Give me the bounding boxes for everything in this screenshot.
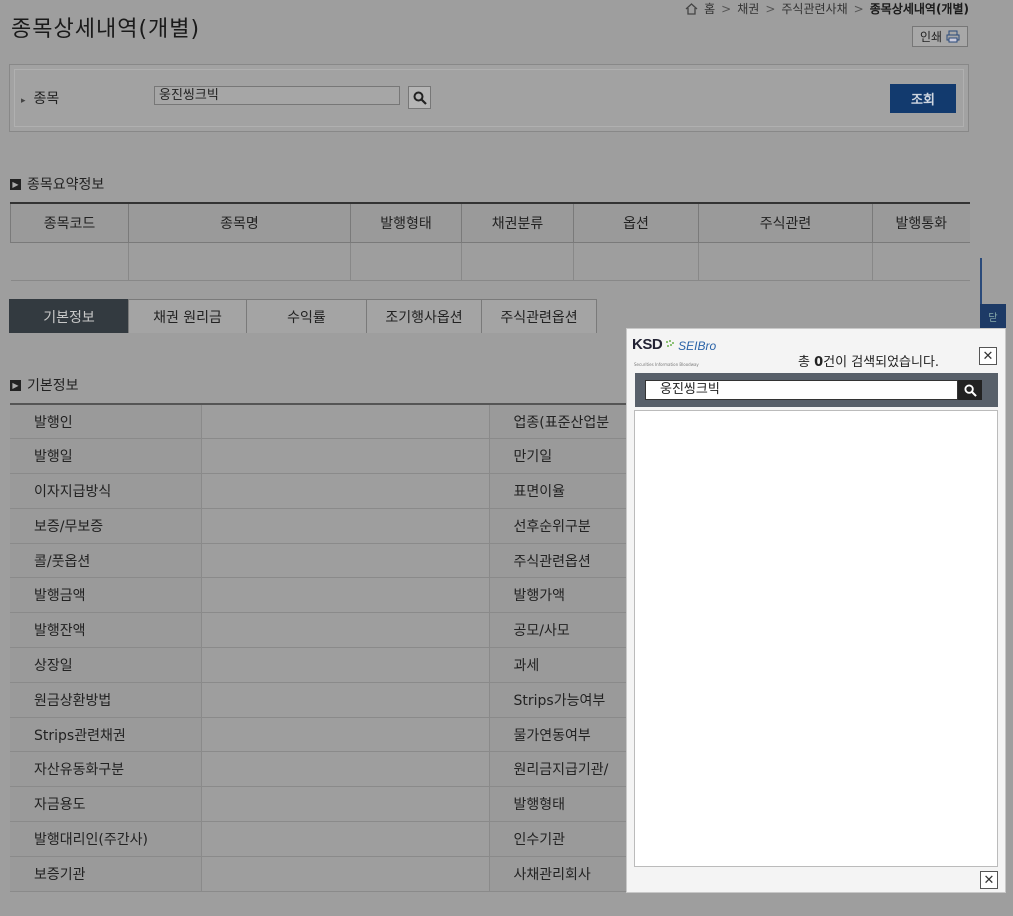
search-panel (9, 64, 969, 132)
basic-info-label: 상장일 (10, 647, 201, 683)
detail-tabs: 기본정보 채권 원리금 수익률 조기행사옵션 주식관련옵션 (9, 299, 597, 333)
print-label: 인쇄 (919, 30, 943, 44)
breadcrumb-current: 종목상세내역(개별) (869, 2, 969, 16)
basic-info-section-title: ▶ 기본정보 (10, 375, 79, 395)
basic-info-label: 원금상환방법 (10, 682, 201, 718)
tab-equity-linked-option[interactable]: 주식관련옵션 (481, 299, 597, 333)
summary-col-option: 옵션 (573, 202, 699, 243)
basic-info-label: Strips관련채권 (10, 717, 201, 753)
summary-col-code: 종목코드 (10, 202, 129, 243)
tab-basic-info[interactable]: 기본정보 (9, 299, 129, 333)
basic-info-value (200, 856, 490, 892)
query-button[interactable]: 조회 (890, 84, 956, 113)
page-title: 종목상세내역(개별) (11, 17, 201, 42)
summary-col-equity-linked: 주식관련 (698, 202, 873, 243)
arrow-right-icon: ▶ (10, 178, 21, 190)
stock-input[interactable]: 웅진씽크빅 (154, 86, 400, 105)
basic-info-label: 보증기관 (10, 856, 201, 892)
tab-early-exercise-option[interactable]: 조기행사옵션 (366, 299, 482, 333)
logo-seibro: SEIBro (678, 339, 717, 353)
print-button[interactable]: 인쇄 (912, 26, 968, 47)
logo-tagline: Securities Information Bloodway (634, 362, 699, 367)
logo-ksd: KSD (632, 336, 663, 353)
chevron-right-icon: > (853, 1, 864, 16)
basic-info-label: 발행인 (10, 403, 201, 440)
basic-info-value (200, 543, 490, 579)
summary-col-name: 종목명 (128, 202, 351, 243)
basic-info-label: 발행금액 (10, 577, 201, 614)
summary-header-row: 종목코드 종목명 발행형태 채권분류 옵션 주식관련 발행통화 (10, 202, 970, 243)
summary-data-row (10, 242, 970, 281)
summary-col-currency: 발행통화 (872, 202, 970, 243)
basic-info-value (200, 786, 490, 823)
basic-info-label: 자산유동화구분 (10, 751, 201, 788)
basic-info-label: 발행잔액 (10, 612, 201, 649)
summary-section-title: ▶ 종목요약정보 (10, 174, 104, 194)
breadcrumb: 홈 > 채권 > 주식관련사채 > 종목상세내역(개별) (685, 0, 969, 17)
summary-table: 종목코드 종목명 발행형태 채권분류 옵션 주식관련 발행통화 (10, 202, 970, 281)
chevron-right-icon: > (721, 1, 732, 16)
search-icon (413, 91, 427, 105)
basic-info-label: 보증/무보증 (10, 508, 201, 544)
basic-info-label: 발행일 (10, 438, 201, 475)
close-icon: ✕ (982, 348, 994, 364)
popup-close-button-bottom[interactable]: ✕ (980, 871, 998, 889)
basic-info-value (200, 473, 490, 509)
basic-info-label: 발행대리인(주간사) (10, 821, 201, 857)
basic-info-value (200, 438, 490, 475)
stock-search-button[interactable] (408, 86, 431, 109)
basic-info-value (200, 403, 490, 440)
basic-info-value (200, 682, 490, 718)
side-tab[interactable]: 닫 (980, 304, 1006, 328)
arrow-right-icon: ▶ (10, 379, 21, 391)
summary-col-issue-type: 발행형태 (350, 202, 462, 243)
tab-bond-principal-interest[interactable]: 채권 원리금 (128, 299, 247, 333)
popup-results-list[interactable] (634, 410, 998, 867)
seibro-logo: KSD SEIBro Securities Information Bloodw… (632, 336, 717, 367)
basic-info-label: 이자지급방식 (10, 473, 201, 509)
tab-yield[interactable]: 수익률 (246, 299, 367, 333)
bullet-icon: ▸ (21, 96, 26, 106)
breadcrumb-bond[interactable]: 채권 (737, 0, 759, 17)
search-icon (963, 383, 977, 397)
basic-info-value (200, 612, 490, 649)
popup-search-button[interactable] (958, 380, 982, 400)
basic-info-value (200, 508, 490, 544)
basic-info-value (200, 647, 490, 683)
stock-label: ▸ 종목 (21, 91, 60, 107)
popup-close-button-top[interactable]: ✕ (979, 347, 997, 365)
breadcrumb-equity-linked[interactable]: 주식관련사채 (781, 0, 847, 17)
basic-info-value (200, 717, 490, 753)
close-icon: ✕ (983, 872, 995, 888)
basic-info-label: 콜/풋옵션 (10, 543, 201, 579)
logo-leaf-icon (666, 340, 675, 347)
printer-icon (946, 30, 960, 43)
basic-info-value (200, 751, 490, 788)
breadcrumb-home[interactable]: 홈 (704, 0, 715, 17)
popup-search-input[interactable]: 웅진씽크빅 (645, 380, 958, 400)
home-icon[interactable] (685, 2, 698, 15)
chevron-right-icon: > (765, 1, 776, 16)
basic-info-label: 자금용도 (10, 786, 201, 823)
basic-info-value (200, 577, 490, 614)
popup-result-count: 총 0건이 검색되었습니다. (798, 355, 940, 370)
summary-col-bond-class: 채권분류 (461, 202, 574, 243)
side-strip (980, 258, 982, 308)
basic-info-value (200, 821, 490, 857)
